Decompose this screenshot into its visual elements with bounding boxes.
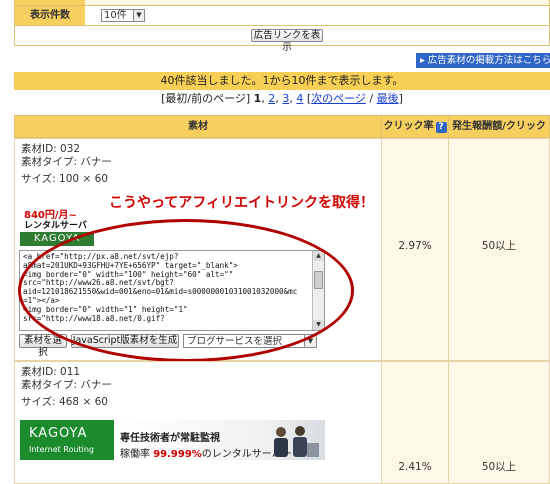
result-summary: 40件該当しました。1から10件まで表示します。: [14, 72, 550, 90]
annotation-ellipse: [18, 219, 354, 362]
pager-last[interactable]: 最後: [377, 92, 399, 105]
col-header-click-rate-label: クリック率: [383, 121, 434, 132]
row2-banner-rate: 稼働率 99.999%のレンタルサーバー: [120, 445, 292, 460]
howto-link-label: 広告素材の掲載方法はこちら: [427, 55, 550, 66]
row1-material-size: サイズ: 100 × 60: [21, 173, 108, 185]
pager-page-4[interactable]: 4: [296, 92, 303, 105]
row2-reward: 50以上: [481, 461, 517, 473]
pager-sep: /: [369, 92, 374, 105]
show-link-button[interactable]: 広告リンクを表示: [251, 29, 323, 53]
row1-material-type: 素材タイプ: バナー: [21, 156, 112, 168]
col-header-click-rate: クリック率?: [381, 115, 449, 138]
row2-material-type: 素材タイプ: バナー: [21, 379, 112, 391]
row1-banner-top: 840円/月~ レンタルサーバー: [20, 204, 94, 244]
pager-next[interactable]: 次のページ: [311, 92, 366, 105]
count-label: 表示件数: [15, 6, 85, 25]
row1-click-rate: 2.97%: [398, 240, 432, 252]
row1-reward: 50以上: [481, 240, 517, 252]
row2-material-size: サイズ: 468 × 60: [21, 396, 108, 408]
row2-banner-sub: Internet Routing: [29, 445, 94, 454]
filter-top-label: [15, 0, 85, 5]
row1-material-id: 素材ID: 032: [21, 143, 81, 155]
pager-page-2[interactable]: 2: [268, 92, 275, 105]
row2-click-rate: 2.41%: [398, 461, 432, 473]
help-icon[interactable]: ?: [435, 122, 447, 133]
col-header-reward: 発生報酬額/クリック: [448, 115, 550, 138]
pager-page-3[interactable]: 3: [282, 92, 289, 105]
count-row: 表示件数 10件 ▼: [14, 6, 550, 26]
row2-banner[interactable]: 専任技術者が常駐監視 稼働率 99.999%のレンタルサーバー: [114, 420, 325, 460]
row2-banner-logo[interactable]: KAGOYA Internet Routing: [20, 420, 114, 460]
row2-material-id: 素材ID: 011: [21, 366, 81, 378]
count-select-value: 10件: [104, 10, 127, 21]
row2-banner-rate-prefix: 稼働率: [120, 449, 150, 460]
pager-bracket-close: ]: [398, 92, 403, 105]
row2-banner-brand: KAGOYA: [29, 426, 88, 441]
show-link-row: 広告リンクを表示: [14, 26, 550, 53]
annotation-text: こうやってアフィリエイトリンクを取得！: [109, 195, 375, 211]
pager-current: 1: [253, 92, 262, 105]
pager: [最初/前のページ] 1, 2, 3, 4 [次のページ / 最後]: [161, 92, 403, 105]
row2-banner-tagline: 専任技術者が常駐監視: [120, 433, 220, 444]
col-header-material: 素材: [14, 115, 382, 138]
count-select[interactable]: 10件 ▼: [101, 9, 145, 22]
chevron-down-icon[interactable]: ▼: [133, 10, 144, 21]
row2-banner-rate-value: 99.999%: [153, 449, 202, 460]
howto-link[interactable]: ▸ 広告素材の掲載方法はこちら: [416, 53, 550, 68]
people-icon: [274, 426, 319, 457]
pager-first-prev: [最初/前のページ]: [161, 92, 251, 105]
